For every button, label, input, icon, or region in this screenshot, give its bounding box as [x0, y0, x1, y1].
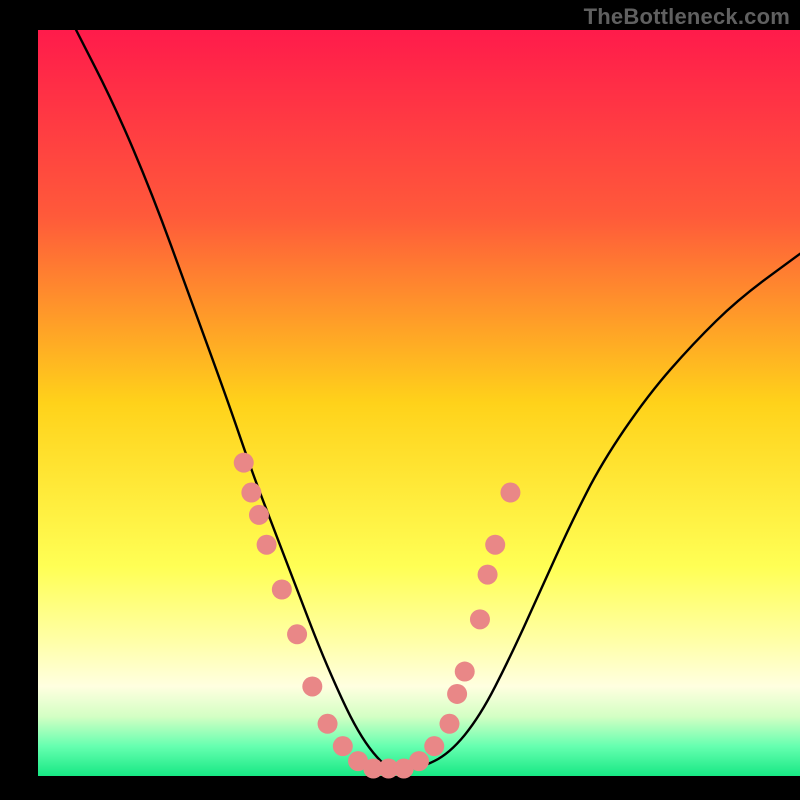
bottleneck-chart: [0, 0, 800, 800]
marker-dot: [333, 736, 353, 756]
watermark-text: TheBottleneck.com: [584, 4, 790, 30]
chart-frame: TheBottleneck.com: [0, 0, 800, 800]
gradient-background: [38, 30, 800, 776]
plot-area: [38, 30, 800, 779]
marker-dot: [241, 483, 261, 503]
marker-dot: [500, 483, 520, 503]
marker-dot: [302, 676, 322, 696]
marker-dot: [272, 580, 292, 600]
marker-dot: [287, 624, 307, 644]
marker-dot: [424, 736, 444, 756]
marker-dot: [447, 684, 467, 704]
marker-dot: [439, 714, 459, 734]
marker-dot: [249, 505, 269, 525]
marker-dot: [485, 535, 505, 555]
marker-dot: [455, 662, 475, 682]
marker-dot: [234, 453, 254, 473]
marker-dot: [478, 565, 498, 585]
marker-dot: [257, 535, 277, 555]
marker-dot: [409, 751, 429, 771]
marker-dot: [470, 609, 490, 629]
marker-dot: [318, 714, 338, 734]
